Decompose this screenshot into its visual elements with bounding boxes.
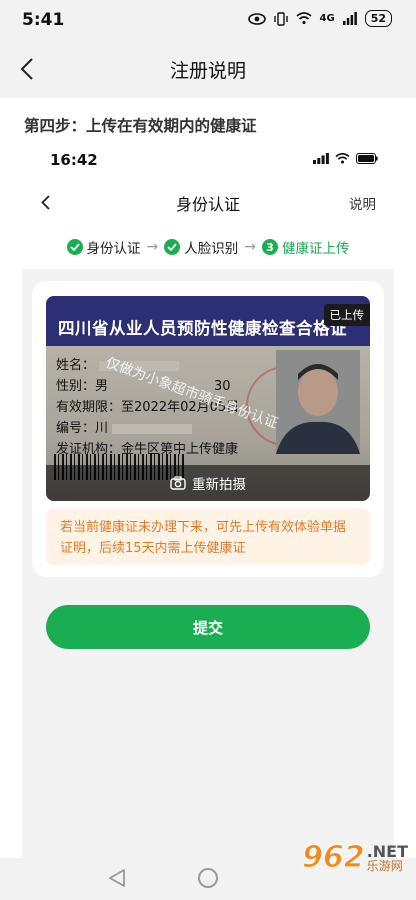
status-time: 5:41 <box>22 10 65 30</box>
step-label: 人脸识别 <box>184 241 239 257</box>
battery-indicator: 52 <box>364 10 392 27</box>
tip-box: 若当前健康证未办理下来，可先上传有效体验单据证明，后续15天内需上传健康证 <box>46 509 370 565</box>
step-title: 第四步：上传在有效期内的健康证 <box>24 117 257 135</box>
content: 第四步：上传在有效期内的健康证 16:42 身份认证 说明 身份认证 → 人脸识… <box>0 98 416 858</box>
certificate-header: 四川省从业人员预防性健康检查合格证 <box>46 296 370 346</box>
network-type: 4G <box>319 13 335 24</box>
submit-button[interactable]: 提交 <box>46 605 370 649</box>
site-watermark-logo: 962 .NET 乐游网 <box>302 840 408 876</box>
certificate-title: 四川省从业人员预防性健康检查合格证 <box>58 319 347 338</box>
home-circle-button[interactable] <box>198 868 218 888</box>
step-identity: 身份认证 <box>66 237 141 257</box>
app-header: 注册说明 <box>0 40 416 98</box>
check-circle-icon <box>66 239 83 255</box>
inner-status-bar: 16:42 <box>22 143 394 179</box>
inner-status-time: 16:42 <box>50 151 98 169</box>
battery-icon <box>356 153 378 164</box>
eye-icon <box>247 12 266 25</box>
step-health-cert: 3 健康证上传 <box>261 237 350 257</box>
arrow-right-icon: → <box>146 239 159 255</box>
logo-sub: 乐游网 <box>366 858 403 873</box>
logo-number: 962 <box>302 840 366 876</box>
person-photo <box>276 350 360 454</box>
check-circle-icon <box>164 239 181 255</box>
inner-status-icons <box>313 153 378 164</box>
help-link[interactable]: 说明 <box>349 193 376 213</box>
embedded-screenshot: 16:42 身份认证 说明 身份认证 → 人脸识别 → 3 健康证上传 四川省从… <box>22 143 394 858</box>
retake-label: 重新拍摄 <box>192 477 246 493</box>
signal-icon <box>342 12 357 25</box>
retake-button[interactable]: 重新拍摄 <box>46 465 370 501</box>
uploaded-badge: 已上传 <box>323 304 370 326</box>
logo-suffix: .NET <box>366 841 408 861</box>
step-face: 人脸识别 <box>164 237 238 257</box>
certificate-image[interactable]: 四川省从业人员预防性健康检查合格证 已上传 姓名： 性别：男 30 有效期限：至2… <box>46 296 370 501</box>
arrow-right-icon: → <box>244 239 256 255</box>
triangle-back-icon[interactable] <box>108 868 126 888</box>
upload-card: 四川省从业人员预防性健康检查合格证 已上传 姓名： 性别：男 30 有效期限：至2… <box>32 281 384 577</box>
wifi-icon <box>295 12 312 25</box>
wifi-icon <box>335 153 350 164</box>
status-icons: 4G 52 <box>247 10 392 27</box>
id-field: 编号：川 <box>56 417 193 436</box>
step-number: 3 <box>261 239 278 255</box>
step-indicator: 身份认证 → 人脸识别 → 3 健康证上传 <box>22 225 394 269</box>
status-bar: 5:41 4G 52 <box>0 0 416 40</box>
vibrate-icon <box>273 11 288 26</box>
inner-nav-bar: 身份认证 说明 <box>22 179 394 225</box>
step-label: 健康证上传 <box>281 241 350 257</box>
signal-icon <box>313 153 329 164</box>
step-label: 身份认证 <box>86 241 141 257</box>
camera-icon <box>170 476 186 490</box>
page-title: 注册说明 <box>169 60 246 82</box>
inner-page-title: 身份认证 <box>175 195 240 214</box>
